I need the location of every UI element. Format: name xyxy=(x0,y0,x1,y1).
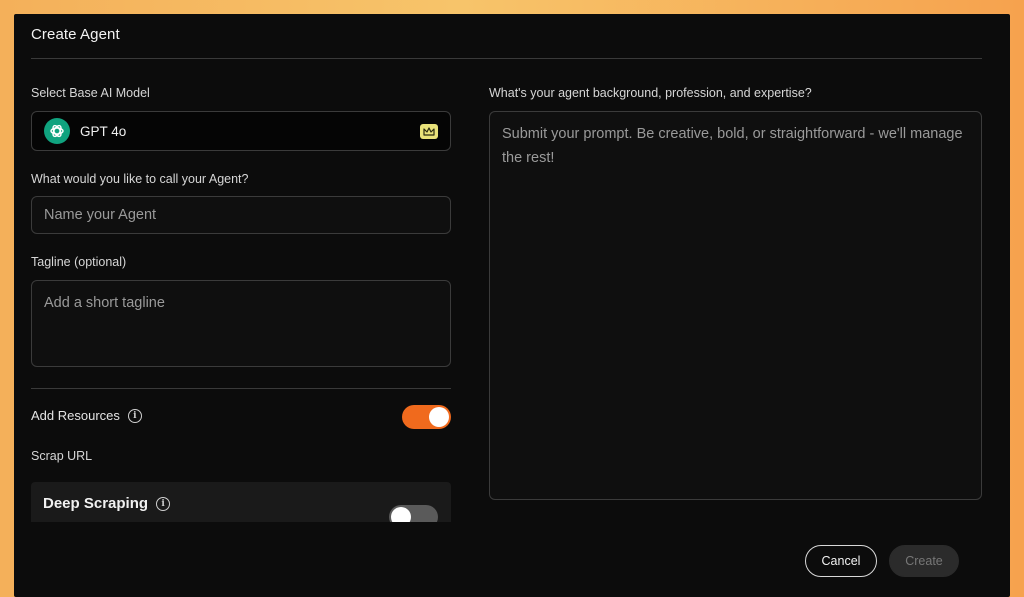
add-resources-label: Add Resources xyxy=(31,408,120,423)
dialog-title: Create Agent xyxy=(31,26,120,43)
crown-icon xyxy=(420,124,438,139)
agent-prompt-input[interactable] xyxy=(489,111,982,500)
deep-scraping-panel: Deep Scraping i xyxy=(31,482,451,522)
agent-name-label: What would you like to call your Agent? xyxy=(31,172,249,186)
deep-scraping-row: Deep Scraping i xyxy=(43,495,171,512)
create-agent-dialog: Create Agent Select Base AI Model GPT 4o… xyxy=(14,14,1010,597)
model-select-label: Select Base AI Model xyxy=(31,86,150,100)
tagline-input[interactable] xyxy=(31,280,451,367)
model-select[interactable]: GPT 4o xyxy=(31,111,451,151)
toggle-knob xyxy=(429,407,449,427)
add-resources-row: Add Resources i xyxy=(31,408,142,423)
cancel-button[interactable]: Cancel xyxy=(805,545,877,577)
deep-scraping-toggle[interactable] xyxy=(389,505,438,522)
tagline-label: Tagline (optional) xyxy=(31,255,127,269)
info-icon[interactable]: i xyxy=(156,496,171,511)
agent-name-input[interactable] xyxy=(31,196,451,234)
model-name: GPT 4o xyxy=(80,123,127,139)
openai-logo-icon xyxy=(44,118,70,144)
create-button[interactable]: Create xyxy=(889,545,959,577)
info-icon[interactable]: i xyxy=(127,408,142,423)
prompt-label: What's your agent background, profession… xyxy=(489,86,812,100)
title-divider xyxy=(31,58,982,59)
deep-scraping-label: Deep Scraping xyxy=(43,495,149,512)
scrap-url-label: Scrap URL xyxy=(31,449,93,463)
add-resources-toggle[interactable] xyxy=(402,405,451,429)
section-divider xyxy=(31,388,451,389)
toggle-knob xyxy=(391,507,411,522)
